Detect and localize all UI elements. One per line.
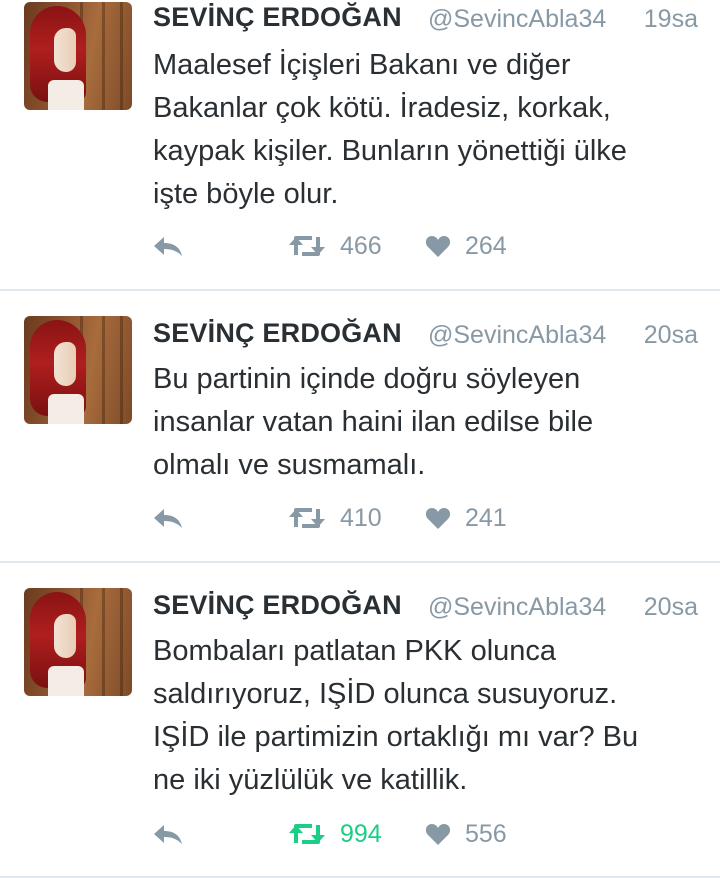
tweet-text-line: Bu partinin içinde doğru söyleyen bbox=[153, 363, 581, 395]
tweet-text: Bu partinin içinde doğru söyleyen insanl… bbox=[153, 358, 698, 487]
tweet-header: SEVİNÇ ERDOĞAN @SevincAbla34 20sa bbox=[153, 590, 698, 630]
tweet-text-line: IŞİD ile partimizin ortaklığı mı var? Bu bbox=[153, 721, 639, 753]
retweet-count: 994 bbox=[340, 819, 382, 848]
username-handle[interactable]: @SevincAbla34 bbox=[428, 321, 606, 350]
reply-icon bbox=[152, 822, 184, 846]
timestamp[interactable]: 20sa bbox=[644, 321, 698, 350]
reply-button[interactable] bbox=[152, 226, 184, 266]
tweet-text: Maalesef İçişleri Bakanı ve diğer Bakanl… bbox=[153, 44, 698, 216]
tweet-text: Bombaları patlatan PKK olunca saldırıyor… bbox=[153, 630, 698, 802]
display-name[interactable]: SEVİNÇ ERDOĞAN bbox=[153, 2, 402, 33]
reply-icon bbox=[152, 506, 184, 530]
avatar[interactable] bbox=[24, 316, 132, 424]
tweet-actions: 410 241 bbox=[0, 498, 720, 538]
tweet[interactable]: SEVİNÇ ERDOĞAN @SevincAbla34 20sa Bombal… bbox=[0, 588, 720, 878]
tweet-text-line: saldırıyoruz, IŞİD olunca susuyoruz. bbox=[153, 678, 618, 710]
username-handle[interactable]: @SevincAbla34 bbox=[428, 593, 606, 622]
retweet-count: 466 bbox=[340, 231, 382, 260]
username-handle[interactable]: @SevincAbla34 bbox=[428, 5, 606, 34]
display-name[interactable]: SEVİNÇ ERDOĞAN bbox=[153, 590, 402, 621]
retweet-button[interactable]: 410 bbox=[288, 498, 382, 538]
tweet-text-line: insanlar vatan haini ilan edilse bile bbox=[153, 406, 594, 438]
tweet-feed: SEVİNÇ ERDOĞAN @SevincAbla34 19sa Maales… bbox=[0, 0, 720, 878]
tweet-text-line: Bombaları patlatan PKK olunca bbox=[153, 635, 557, 667]
tweet[interactable]: SEVİNÇ ERDOĞAN @SevincAbla34 20sa Bu par… bbox=[0, 316, 720, 562]
reply-icon bbox=[152, 234, 184, 258]
tweet-actions: 466 264 bbox=[0, 226, 720, 266]
heart-icon bbox=[425, 506, 451, 530]
tweet-actions: 994 556 bbox=[0, 814, 720, 854]
divider bbox=[0, 289, 720, 291]
reply-button[interactable] bbox=[152, 814, 184, 854]
reply-button[interactable] bbox=[152, 498, 184, 538]
like-button[interactable]: 556 bbox=[425, 814, 507, 854]
tweet-text-line: kaypak kişiler. Bunların yönettiği ülke bbox=[153, 135, 627, 167]
like-count: 264 bbox=[465, 231, 507, 260]
like-count: 556 bbox=[465, 819, 507, 848]
tweet-header: SEVİNÇ ERDOĞAN @SevincAbla34 20sa bbox=[153, 318, 698, 358]
like-button[interactable]: 241 bbox=[425, 498, 507, 538]
tweet[interactable]: SEVİNÇ ERDOĞAN @SevincAbla34 19sa Maales… bbox=[0, 0, 720, 290]
divider bbox=[0, 561, 720, 563]
timestamp[interactable]: 19sa bbox=[644, 5, 698, 34]
tweet-text-line: olmalı ve susmamalı. bbox=[153, 449, 426, 481]
like-button[interactable]: 264 bbox=[425, 226, 507, 266]
tweet-text-line: Maalesef İçişleri Bakanı ve diğer bbox=[153, 49, 571, 81]
retweet-count: 410 bbox=[340, 503, 382, 532]
retweet-icon bbox=[288, 505, 326, 531]
avatar[interactable] bbox=[24, 2, 132, 110]
avatar[interactable] bbox=[24, 588, 132, 696]
retweet-icon bbox=[288, 821, 326, 847]
heart-icon bbox=[425, 822, 451, 846]
retweet-button[interactable]: 994 bbox=[288, 814, 382, 854]
tweet-text-line: ne iki yüzlülük ve katillik. bbox=[153, 764, 468, 796]
like-count: 241 bbox=[465, 503, 507, 532]
retweet-button[interactable]: 466 bbox=[288, 226, 382, 266]
tweet-header: SEVİNÇ ERDOĞAN @SevincAbla34 19sa bbox=[153, 2, 698, 42]
retweet-icon bbox=[288, 233, 326, 259]
heart-icon bbox=[425, 234, 451, 258]
tweet-text-line: işte böyle olur. bbox=[153, 178, 339, 210]
tweet-text-line: Bakanlar çok kötü. İradesiz, korkak, bbox=[153, 92, 611, 124]
display-name[interactable]: SEVİNÇ ERDOĞAN bbox=[153, 318, 402, 349]
timestamp[interactable]: 20sa bbox=[644, 593, 698, 622]
